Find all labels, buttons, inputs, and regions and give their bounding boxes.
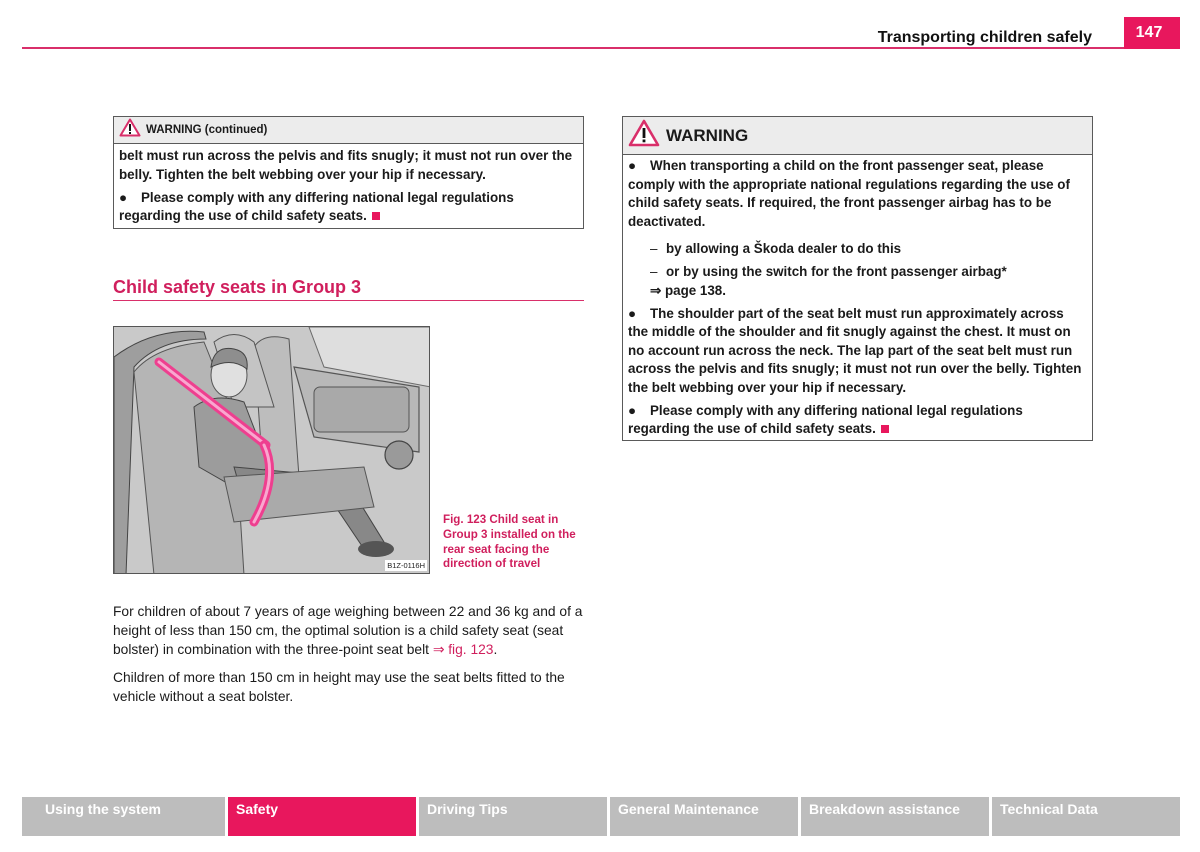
chapter-title: Transporting children safely <box>877 29 1092 46</box>
dash-icon: – <box>650 241 658 256</box>
nav-tab-breakdown-assistance[interactable]: Breakdown assistance <box>801 797 989 836</box>
warning-title: WARNING <box>666 125 749 145</box>
end-of-section-icon <box>371 212 380 220</box>
warning-continued-title: WARNING (continued) <box>146 124 268 136</box>
figure-code: B1Z-0116H <box>385 560 427 571</box>
warning-triangle-icon <box>119 118 141 142</box>
nav-tab-using-the-system[interactable]: Using the system <box>22 797 225 836</box>
bullet-icon: ● <box>628 305 637 321</box>
warning-bullet: ● Please comply with any differing nation… <box>628 402 1023 437</box>
warning-box: WARNING ● When transporting a child on th… <box>622 116 1093 441</box>
chapter-navigation: Using the system Safety Driving Tips Gen… <box>22 797 1180 836</box>
end-of-section-icon <box>880 425 889 433</box>
figure-reference-link[interactable]: ⇒ fig. 123 <box>433 642 494 657</box>
page-reference-link[interactable]: ⇒ page 138. <box>650 283 726 298</box>
section-rule <box>113 300 584 301</box>
warning-continued-box: WARNING (continued) belt must run across… <box>113 116 584 229</box>
figure-child-seat-illustration: B1Z-0116H <box>113 326 430 574</box>
page-number: 147 <box>1124 17 1180 49</box>
nav-tab-technical-data[interactable]: Technical Data <box>992 797 1180 836</box>
nav-tab-safety[interactable]: Safety <box>228 797 416 836</box>
nav-tab-general-maintenance[interactable]: General Maintenance <box>610 797 798 836</box>
section-title: Child safety seats in Group 3 <box>113 277 362 297</box>
warning-header: WARNING <box>623 117 1092 155</box>
body-paragraph: For children of about 7 years of age wei… <box>113 604 583 657</box>
warning-triangle-icon <box>628 119 660 152</box>
bullet-icon: ● <box>119 189 128 205</box>
header-rule <box>22 47 1180 49</box>
bullet-icon: ● <box>628 158 637 173</box>
warning-continued-bullet: ● Please comply with any differing nation… <box>119 189 514 224</box>
warning-dash-item: – by allowing a Škoda dealer to do this <box>628 240 1087 259</box>
body-text: For children of about 7 years of age wei… <box>113 602 588 715</box>
warning-dash-item: – or by using the switch for the front pa… <box>650 264 1007 298</box>
bullet-icon: ● <box>628 402 637 418</box>
child-seat-illustration <box>114 327 429 573</box>
figure-caption: Fig. 123 Child seat in Group 3 installed… <box>443 513 576 571</box>
dash-icon: – <box>650 264 658 279</box>
warning-continued-header: WARNING (continued) <box>114 117 583 144</box>
warning-bullet: ● The shoulder part of the seat belt must… <box>628 305 1082 395</box>
warning-continued-text: belt must run across the pelvis and fits… <box>119 148 573 182</box>
nav-tab-driving-tips[interactable]: Driving Tips <box>419 797 607 836</box>
body-paragraph: Children of more than 150 cm in height m… <box>113 670 565 704</box>
warning-bullet: ● When transporting a child on the front … <box>628 158 1070 229</box>
